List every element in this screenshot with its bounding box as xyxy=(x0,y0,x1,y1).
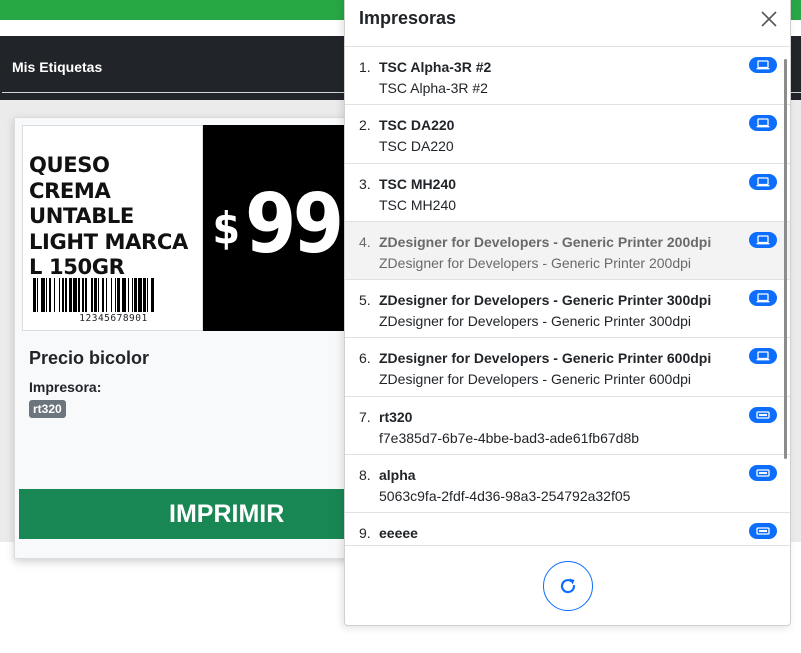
printer-name: ZDesigner for Developers - Generic Print… xyxy=(379,350,712,367)
printer-label: Impresora: xyxy=(29,379,102,395)
printer-list-item[interactable]: 5. ZDesigner for Developers - Generic Pri… xyxy=(345,280,790,339)
printer-badge[interactable] xyxy=(749,465,777,482)
printer-description: ZDesigner for Developers - Generic Print… xyxy=(379,254,692,271)
refresh-icon xyxy=(560,578,576,594)
printer-description: TSC DA220 xyxy=(379,138,454,155)
printer-name: ZDesigner for Developers - Generic Print… xyxy=(379,292,712,309)
printer-number: 9. xyxy=(359,525,371,542)
printer-list-item[interactable]: 4. ZDesigner for Developers - Generic Pri… xyxy=(345,221,790,281)
laptop-badge[interactable] xyxy=(749,290,777,307)
printer-number: 5. xyxy=(359,292,371,309)
laptop-icon xyxy=(756,118,770,128)
printer-description: TSC MH240 xyxy=(379,196,457,213)
printer-name: rt320 xyxy=(379,408,413,425)
laptop-icon xyxy=(756,235,770,245)
drawer-title: Impresoras xyxy=(359,8,457,28)
page: Mis Etiquetas QUESO CREMA UNTABLE LIGHT … xyxy=(0,0,801,653)
printer-list-item[interactable]: 8. alpha 5063c9fa-2fdf-4d36-98a3-254792a32… xyxy=(345,455,790,514)
printer-badge[interactable] xyxy=(749,523,777,540)
laptop-icon xyxy=(756,351,770,361)
printer-name: alpha xyxy=(379,467,416,484)
printer-number: 7. xyxy=(359,408,371,425)
printer-description: f7e385d7-6b7e-4bbe-bad3-ade61fb67d8b xyxy=(379,429,640,446)
scrollbar-thumb[interactable] xyxy=(784,59,787,459)
printer-description: TSC Alpha-3R #2 xyxy=(379,80,488,96)
printer-list-item[interactable]: 2. TSC DA220 TSC DA220 xyxy=(345,105,790,164)
label-white-section: QUESO CREMA UNTABLE LIGHT MARCA L 150GR … xyxy=(22,125,203,331)
card-title: Precio bicolor xyxy=(29,348,150,368)
printer-name: TSC MH240 xyxy=(379,175,457,192)
laptop-icon xyxy=(756,176,770,186)
label-product-text: QUESO CREMA UNTABLE LIGHT MARCA L 150GR xyxy=(29,153,188,280)
printer-description: 5063c9fa-2fdf-4d36-98a3-254792a32f05 xyxy=(379,488,631,505)
printer-badge[interactable] xyxy=(749,406,777,423)
laptop-badge[interactable] xyxy=(749,115,777,132)
printer-number: 1. xyxy=(359,59,371,75)
printer-list-item[interactable]: 9. eeeee xyxy=(345,513,790,545)
barcode-number: 12345678901 xyxy=(79,313,148,324)
laptop-icon xyxy=(756,60,770,70)
printer-number: 3. xyxy=(359,175,371,192)
header-title[interactable]: Mis Etiquetas xyxy=(12,59,102,75)
laptop-badge[interactable] xyxy=(749,231,777,248)
laptop-badge[interactable] xyxy=(749,348,777,365)
printer-badge: rt320 xyxy=(29,400,66,418)
refresh-button[interactable] xyxy=(543,561,593,611)
close-icon xyxy=(761,11,777,27)
printer-icon xyxy=(756,411,770,419)
printer-list-item[interactable]: 3. TSC MH240 TSC MH240 xyxy=(345,164,790,222)
printer-list-item[interactable]: 6. ZDesigner for Developers - Generic Pri… xyxy=(345,338,790,397)
printer-number: 6. xyxy=(359,350,371,367)
barcode xyxy=(33,278,193,312)
close-button[interactable] xyxy=(758,8,780,30)
printer-icon xyxy=(756,527,770,536)
barcode-bar xyxy=(154,278,155,312)
printer-number: 4. xyxy=(359,233,371,250)
printers-drawer: Impresoras 1. TSC Alpha-3R #2 TSC Alpha-3R… xyxy=(344,0,791,626)
printer-list-item[interactable]: 7. rt320 f7e385d7-6b7e-4bbe-bad3-ade61fb67… xyxy=(345,397,790,456)
printer-description: ZDesigner for Developers - Generic Print… xyxy=(379,371,692,388)
price-symbol: $ xyxy=(212,203,241,254)
laptop-icon xyxy=(756,293,770,303)
printer-list: 1. TSC Alpha-3R #2 TSC Alpha-3R #2 2. TSC DA… xyxy=(345,47,790,545)
printer-name: TSC DA220 xyxy=(379,117,455,134)
laptop-badge[interactable] xyxy=(749,173,777,190)
printer-list-item[interactable]: 1. TSC Alpha-3R #2 TSC Alpha-3R #2 xyxy=(345,47,790,106)
printer-name: TSC Alpha-3R #2 xyxy=(379,59,492,75)
printer-number: 2. xyxy=(359,117,371,134)
printer-number: 8. xyxy=(359,467,371,484)
printer-icon xyxy=(756,469,770,477)
footer-divider xyxy=(345,545,790,546)
printer-name: eeeee xyxy=(379,525,418,542)
printer-name: ZDesigner for Developers - Generic Print… xyxy=(379,233,712,250)
laptop-badge[interactable] xyxy=(749,57,777,73)
printer-description: ZDesigner for Developers - Generic Print… xyxy=(379,313,692,330)
scrollbar[interactable] xyxy=(784,59,788,459)
